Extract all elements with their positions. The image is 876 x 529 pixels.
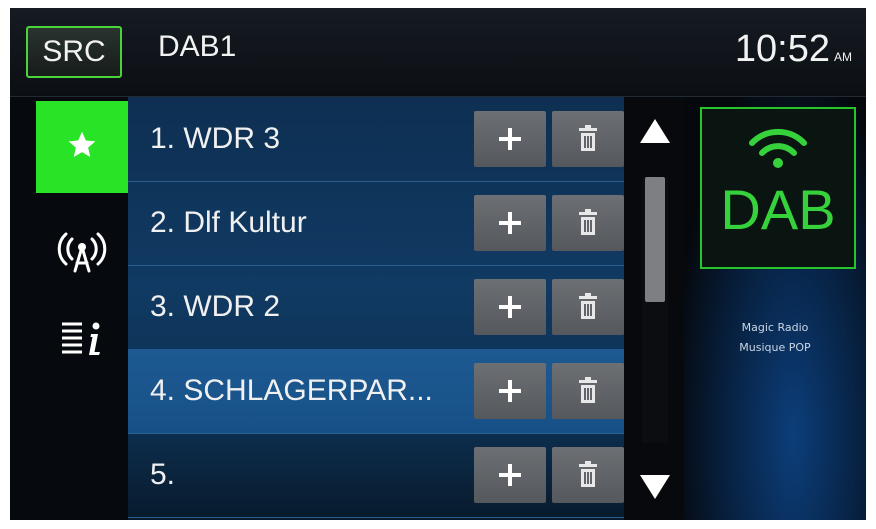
clock: 10:52 AM (735, 28, 852, 71)
dab-logo-text: DAB (720, 178, 836, 241)
station-row[interactable]: 3. WDR 2 (128, 265, 624, 350)
star-icon (68, 131, 96, 157)
delete-preset-button[interactable] (552, 279, 624, 335)
add-preset-button[interactable] (474, 195, 546, 251)
sidebar (10, 97, 128, 520)
station-row[interactable]: 5. (128, 433, 624, 518)
plus-icon (499, 296, 521, 318)
scroll-thumb[interactable] (645, 177, 665, 302)
plus-icon (499, 380, 521, 402)
station-label: 1. WDR 3 (150, 122, 281, 155)
delete-preset-button[interactable] (552, 195, 624, 251)
delete-preset-button[interactable] (552, 447, 624, 503)
station-row[interactable]: 2. Dlf Kultur (128, 181, 624, 266)
plus-icon (499, 128, 521, 150)
station-info-line-1: Magic Radio (741, 321, 809, 334)
trash-icon (579, 377, 597, 403)
sidebar-item-stations[interactable] (36, 215, 128, 307)
source-button[interactable]: SRC (26, 26, 122, 78)
station-label: 4. SCHLAGERPAR... (150, 374, 433, 407)
trash-icon (579, 293, 597, 319)
triangle-down-icon (640, 475, 670, 499)
station-label: 3. WDR 2 (150, 290, 281, 323)
trash-icon (579, 461, 597, 487)
station-row[interactable]: 4. SCHLAGERPAR... (128, 349, 624, 434)
station-label: 5. (150, 458, 176, 491)
trash-icon (579, 209, 597, 235)
info-list-icon (62, 322, 100, 355)
clock-ampm: AM (834, 50, 852, 64)
station-row[interactable]: 1. WDR 3 (128, 97, 624, 182)
band-label: DAB1 (158, 30, 237, 63)
station-list: 1. WDR 3 2. Dlf Kultur 3. WDR 2 4. SCHLAGER… (128, 97, 624, 520)
scroll-down-button[interactable] (630, 455, 680, 515)
delete-preset-button[interactable] (552, 111, 624, 167)
triangle-up-icon (640, 119, 670, 143)
now-playing-panel: DAB Magic Radio Musique POP (684, 97, 866, 520)
station-label: 2. Dlf Kultur (150, 206, 307, 239)
top-bar: SRC DAB1 10:52 AM (10, 8, 866, 97)
add-preset-button[interactable] (474, 447, 546, 503)
station-info-line-2: Musique POP (739, 341, 811, 354)
scroll-up-button[interactable] (630, 101, 680, 161)
delete-preset-button[interactable] (552, 363, 624, 419)
radio-screen: SRC DAB1 10:52 AM 1. WDR 3 2. Dlf Kultur… (10, 8, 866, 520)
trash-icon (579, 125, 597, 151)
plus-icon (499, 212, 521, 234)
sidebar-item-info[interactable] (36, 302, 128, 394)
sidebar-item-favorites[interactable] (36, 101, 128, 193)
add-preset-button[interactable] (474, 111, 546, 167)
dab-logo: DAB (700, 107, 856, 269)
antenna-icon (57, 232, 107, 273)
add-preset-button[interactable] (474, 363, 546, 419)
plus-icon (499, 464, 521, 486)
scrollbar (624, 97, 684, 520)
scroll-track[interactable] (642, 177, 668, 443)
clock-time: 10:52 (734, 28, 830, 70)
signal-waves-icon (749, 128, 807, 168)
add-preset-button[interactable] (474, 279, 546, 335)
